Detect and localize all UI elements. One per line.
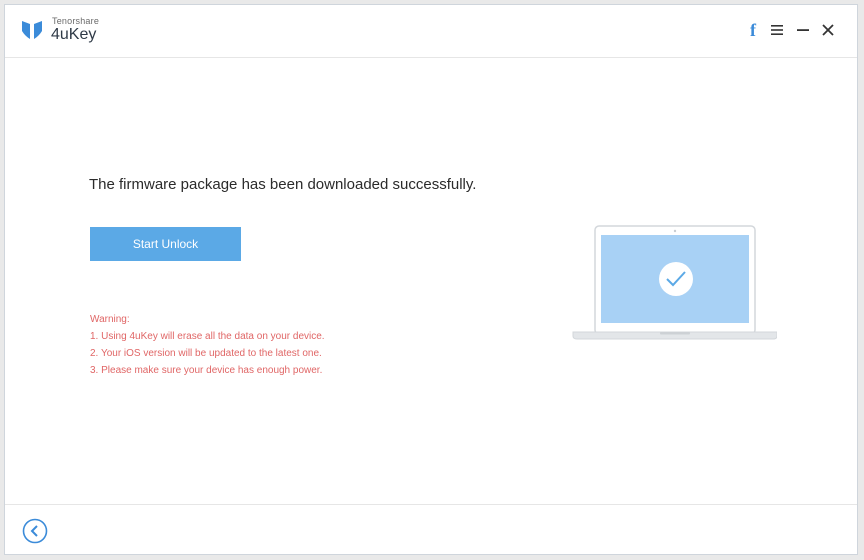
- warning-block: Warning: 1. Using 4uKey will erase all t…: [90, 311, 325, 379]
- app-name: 4uKey: [51, 26, 97, 43]
- warning-title: Warning:: [90, 314, 130, 325]
- footer-bar: [5, 504, 857, 556]
- menu-icon-glyph: [771, 25, 783, 35]
- warning-item: 2. Your iOS version will be updated to t…: [90, 348, 322, 359]
- menu-icon[interactable]: [767, 19, 787, 41]
- title-bar: Tenorshare 4uKey f: [5, 5, 857, 58]
- app-logo-icon: [22, 21, 42, 39]
- laptop-success-illustration: [572, 225, 777, 340]
- minimize-icon-glyph: [797, 29, 809, 31]
- minimize-icon[interactable]: [793, 19, 813, 41]
- warning-item: 3. Please make sure your device has enou…: [90, 365, 323, 376]
- start-unlock-button[interactable]: Start Unlock: [90, 227, 241, 261]
- main-content: The firmware package has been downloaded…: [5, 58, 857, 504]
- close-icon[interactable]: [818, 19, 838, 41]
- facebook-icon[interactable]: f: [743, 19, 763, 41]
- app-window: Tenorshare 4uKey f The firmware package …: [4, 4, 858, 555]
- status-headline: The firmware package has been downloaded…: [89, 176, 477, 193]
- warning-item: 1. Using 4uKey will erase all the data o…: [90, 331, 325, 342]
- back-arrow-icon[interactable]: [22, 518, 48, 544]
- check-circle-icon: [659, 262, 693, 296]
- close-icon-glyph: [822, 24, 834, 36]
- vendor-name: Tenorshare: [52, 16, 100, 26]
